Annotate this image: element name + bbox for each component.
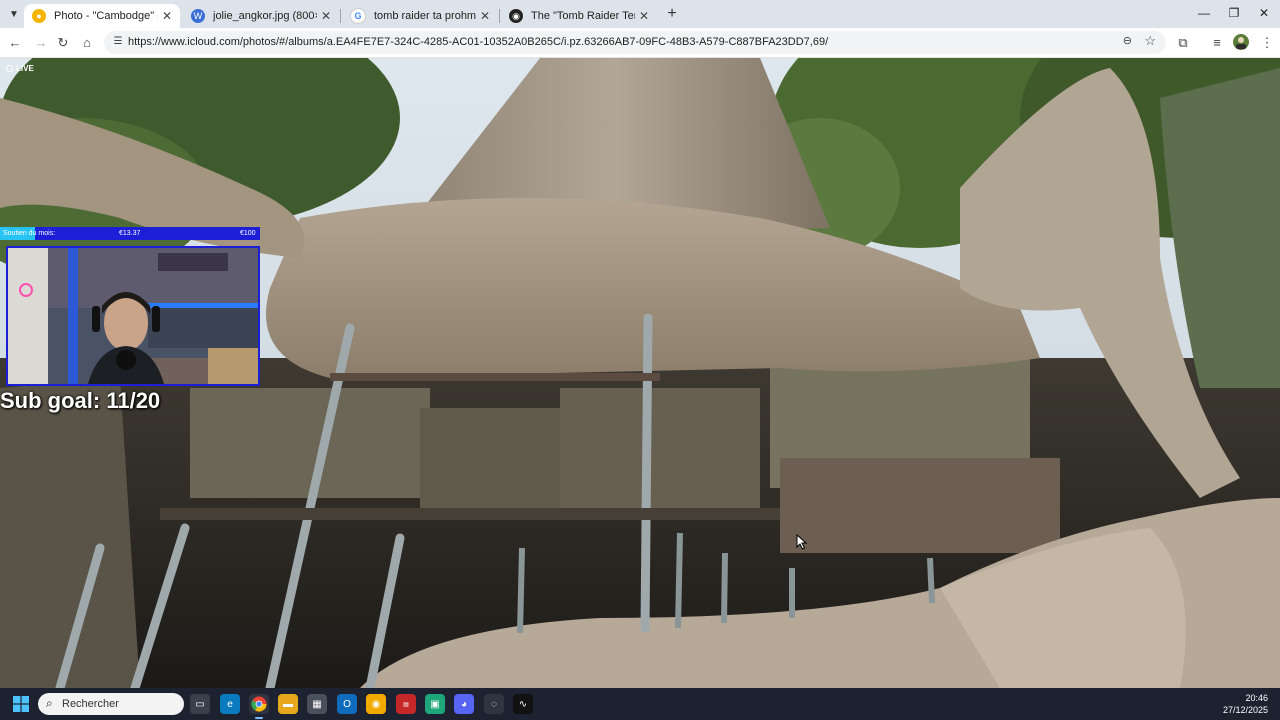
zoom-icon[interactable]: ⊖	[1123, 34, 1132, 47]
site-info-icon[interactable]: ☰	[110, 34, 126, 50]
tab-strip: ▼ ● Photo - "Cambodge" - iCloud P ✕ W jo…	[0, 0, 1280, 28]
donation-goal: €100	[240, 230, 256, 237]
menu-kebab-icon[interactable]: ⋮	[1258, 34, 1276, 52]
home-icon[interactable]: ⌂	[78, 34, 96, 52]
google-favicon-icon: G	[350, 8, 366, 24]
tab-icloud-photo[interactable]: ● Photo - "Cambodge" - iCloud P ✕	[24, 4, 180, 28]
address-bar[interactable]: ☰ https://www.icloud.com/photos/#/albums…	[104, 31, 1166, 54]
discord-icon[interactable]: ◕	[454, 694, 474, 714]
close-window-icon[interactable]: ✕	[1256, 6, 1272, 20]
clock-time: 20:46	[1245, 693, 1268, 703]
tab-title: tomb raider ta prohm - Recher	[374, 10, 476, 22]
tab-search-chevron-icon[interactable]: ▼	[4, 4, 24, 24]
tab-title: The "Tomb Raider Temple" – Ta	[531, 10, 635, 22]
windows-taskbar: ⌕ Rechercher ▭ e ▬ ▦ O ◉ ▤ ▣ ◕ ◌ ∿ 20:46…	[0, 688, 1280, 720]
wordpress-favicon-icon: W	[191, 9, 205, 23]
forward-arrow-icon[interactable]: →	[32, 34, 50, 52]
app-orange-icon[interactable]: ◉	[366, 694, 386, 714]
media-control-icon[interactable]: ≡	[1208, 34, 1226, 52]
live-icon	[6, 65, 13, 72]
new-tab-button[interactable]: +	[663, 5, 681, 23]
donation-label: Soutien du mois:	[3, 230, 56, 237]
tab-close-icon[interactable]: ✕	[639, 9, 649, 23]
photo-viewer: LIVE Soutien du mois: €13.37 €100 Sub go…	[0, 58, 1280, 688]
reload-icon[interactable]: ↻	[54, 34, 72, 52]
donation-goal-bar: Soutien du mois: €13.37 €100	[0, 227, 260, 240]
sub-goal-counter: Sub goal: 11/20	[0, 388, 161, 413]
clock-date: 27/12/2025	[1222, 705, 1268, 715]
back-arrow-icon[interactable]: ←	[6, 34, 24, 52]
app-waveform-icon[interactable]: ∿	[513, 694, 533, 714]
tab-google-search[interactable]: G tomb raider ta prohm - Recher ✕	[342, 4, 498, 28]
tab-close-icon[interactable]: ✕	[480, 9, 490, 23]
minimize-icon[interactable]: —	[1196, 6, 1212, 20]
tab-tomb-raider-temple[interactable]: ◉ The "Tomb Raider Temple" – Ta ✕	[501, 4, 657, 28]
extensions-icon[interactable]: ⧉	[1174, 34, 1192, 52]
tab-separator	[340, 9, 341, 23]
webcam-image	[8, 248, 258, 384]
system-clock[interactable]: 20:46 27/12/2025	[1223, 692, 1268, 716]
file-explorer-icon[interactable]: ▬	[278, 694, 298, 714]
tab-jolie-angkor[interactable]: W jolie_angkor.jpg (800×451) ✕	[183, 4, 339, 28]
live-photo-badge[interactable]: LIVE	[6, 64, 34, 73]
tab-close-icon[interactable]: ✕	[321, 9, 331, 23]
donation-current: €13.37	[119, 230, 141, 237]
taskbar-search-box[interactable]: ⌕ Rechercher	[38, 693, 184, 715]
chrome-icon[interactable]	[249, 694, 269, 719]
tab-title: jolie_angkor.jpg (800×451)	[213, 10, 317, 22]
webcam-feed	[6, 246, 260, 386]
restore-icon[interactable]: ❐	[1226, 6, 1242, 20]
search-placeholder: Rechercher	[62, 698, 119, 710]
site-favicon-icon: ◉	[509, 9, 523, 23]
icloud-favicon-icon: ●	[32, 9, 46, 23]
live-label: LIVE	[16, 64, 34, 73]
search-icon: ⌕	[46, 696, 53, 710]
outlook-icon[interactable]: O	[337, 694, 357, 714]
mouse-cursor-icon	[796, 534, 808, 550]
windows-start-icon[interactable]	[13, 696, 29, 712]
bookmark-star-icon[interactable]: ☆	[1144, 33, 1156, 49]
task-view-icon[interactable]: ▭	[190, 694, 210, 714]
tab-close-icon[interactable]: ✕	[162, 9, 172, 23]
app-ring-icon[interactable]: ◌	[484, 694, 504, 714]
tab-separator	[499, 9, 500, 23]
app-red-icon[interactable]: ▤	[396, 694, 416, 714]
edge-icon[interactable]: e	[220, 694, 240, 714]
app-green-icon[interactable]: ▣	[425, 694, 445, 714]
url-text[interactable]: https://www.icloud.com/photos/#/albums/a…	[128, 31, 828, 54]
microsoft-store-icon[interactable]: ▦	[307, 694, 327, 714]
browser-toolbar: ← → ↻ ⌂ ☰ https://www.icloud.com/photos/…	[0, 28, 1280, 58]
profile-avatar[interactable]	[1232, 34, 1250, 52]
tab-title: Photo - "Cambodge" - iCloud P	[54, 10, 158, 22]
